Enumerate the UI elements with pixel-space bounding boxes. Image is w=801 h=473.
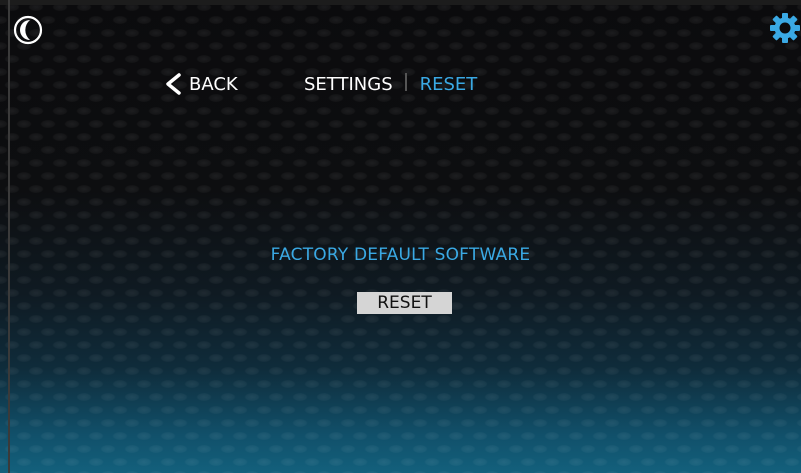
breadcrumb-current: RESET xyxy=(419,74,478,95)
chevron-left-icon xyxy=(166,73,181,95)
screen: BACK SETTINGS RESET FACTORY DEFAULT SOFT… xyxy=(0,0,801,473)
section-title: FACTORY DEFAULT SOFTWARE xyxy=(270,245,531,265)
frame-top-edge xyxy=(0,0,801,5)
breadcrumb-settings[interactable]: SETTINGS xyxy=(304,74,393,95)
back-label: BACK xyxy=(189,73,238,95)
background-texture xyxy=(0,0,801,473)
breadcrumb: SETTINGS RESET xyxy=(304,72,478,95)
gear-icon[interactable] xyxy=(769,12,801,44)
moon-icon[interactable] xyxy=(13,15,43,45)
reset-button[interactable]: RESET xyxy=(357,292,452,314)
back-button[interactable]: BACK xyxy=(163,70,238,98)
breadcrumb-separator xyxy=(404,72,407,91)
frame-left-edge xyxy=(8,0,10,473)
